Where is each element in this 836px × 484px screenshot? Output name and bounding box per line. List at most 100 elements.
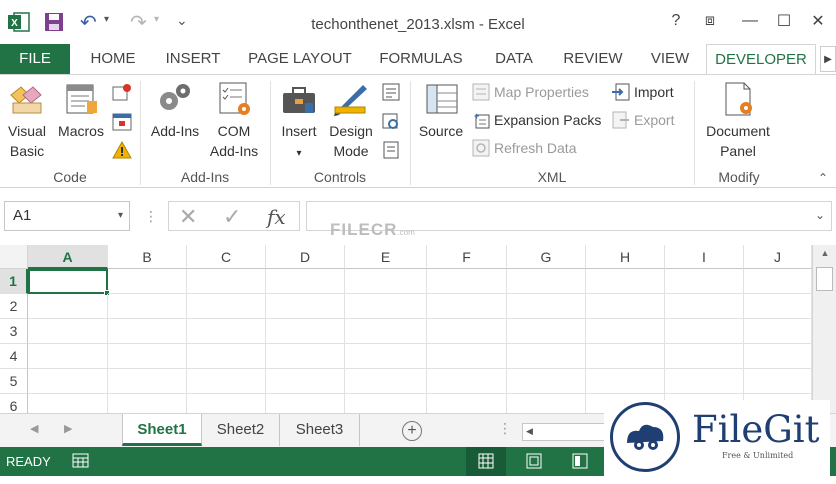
cell[interactable] — [28, 294, 108, 319]
cell[interactable] — [744, 319, 812, 344]
cell[interactable] — [507, 319, 586, 344]
column-header-b[interactable]: B — [108, 245, 187, 269]
cell[interactable] — [744, 294, 812, 319]
horizontal-scrollbar[interactable]: ◀ — [522, 423, 612, 441]
cancel-entry-icon[interactable]: ✕ — [179, 204, 197, 230]
column-header-a[interactable]: A — [28, 245, 108, 269]
page-layout-view-button[interactable] — [514, 447, 554, 476]
cell[interactable] — [345, 269, 427, 294]
cell[interactable] — [108, 319, 187, 344]
column-header-f[interactable]: F — [427, 245, 507, 269]
insert-function-icon[interactable]: fx — [267, 205, 286, 229]
sheet-tab-sheet3[interactable]: Sheet3 — [280, 414, 360, 446]
page-break-view-button[interactable] — [560, 447, 600, 476]
column-header-d[interactable]: D — [266, 245, 345, 269]
row-header-6[interactable]: 6 — [0, 394, 28, 413]
cell[interactable] — [266, 269, 345, 294]
cell[interactable] — [586, 319, 665, 344]
design-mode-button[interactable]: Design Mode — [324, 81, 378, 161]
tab-page-layout[interactable]: PAGE LAYOUT — [244, 44, 356, 74]
relative-references-icon[interactable] — [112, 111, 132, 133]
cell[interactable] — [345, 369, 427, 394]
com-add-ins-button[interactable]: COM Add-Ins — [204, 81, 264, 161]
cell[interactable] — [108, 294, 187, 319]
cell[interactable] — [108, 394, 187, 413]
select-all-corner[interactable] — [0, 245, 28, 269]
cell[interactable] — [665, 319, 744, 344]
minimize-button[interactable]: — — [736, 10, 764, 32]
cell[interactable] — [427, 319, 507, 344]
cell[interactable] — [665, 344, 744, 369]
cell[interactable] — [28, 369, 108, 394]
macro-recording-icon[interactable] — [72, 453, 90, 469]
cell[interactable] — [108, 344, 187, 369]
row-header-1[interactable]: 1 — [0, 269, 28, 294]
tab-developer[interactable]: DEVELOPER — [706, 44, 816, 75]
cell[interactable] — [345, 394, 427, 413]
column-header-c[interactable]: C — [187, 245, 266, 269]
cell[interactable] — [187, 369, 266, 394]
new-sheet-button[interactable]: + — [402, 421, 422, 441]
document-panel-button[interactable]: Document Panel — [700, 81, 776, 161]
cell[interactable] — [28, 394, 108, 413]
column-header-h[interactable]: H — [586, 245, 665, 269]
cell[interactable] — [266, 344, 345, 369]
cell[interactable] — [586, 269, 665, 294]
prev-sheet-icon[interactable]: ◀ — [30, 422, 38, 435]
tab-file[interactable]: FILE — [0, 44, 70, 74]
name-box-dropdown-icon[interactable]: ▾ — [118, 202, 123, 230]
tab-view[interactable]: VIEW — [644, 44, 696, 74]
expand-formula-bar-icon[interactable]: ⌄ — [815, 208, 825, 222]
tab-review[interactable]: REVIEW — [558, 44, 628, 74]
xml-import-button[interactable]: Import — [612, 81, 674, 103]
cell[interactable] — [108, 269, 187, 294]
cell[interactable] — [427, 344, 507, 369]
cell[interactable] — [427, 369, 507, 394]
add-ins-button[interactable]: Add-Ins — [146, 81, 204, 141]
help-button[interactable]: ? — [662, 10, 690, 32]
macros-button[interactable]: Macros — [54, 81, 108, 141]
tab-home[interactable]: HOME — [80, 44, 146, 74]
cell[interactable] — [187, 394, 266, 413]
ribbon-display-options-button[interactable]: ⧈ — [696, 10, 724, 32]
sheet-tab-sheet1[interactable]: Sheet1 — [122, 414, 202, 446]
name-box[interactable]: A1 ▾ — [4, 201, 130, 231]
cell[interactable] — [28, 319, 108, 344]
tab-insert[interactable]: INSERT — [160, 44, 226, 74]
insert-control-button[interactable]: Insert ▾ — [276, 81, 322, 164]
cell[interactable] — [266, 319, 345, 344]
tab-data[interactable]: DATA — [486, 44, 542, 74]
cell[interactable] — [507, 369, 586, 394]
tab-formulas[interactable]: FORMULAS — [374, 44, 468, 74]
expansion-packs-button[interactable]: + Expansion Packs — [472, 109, 601, 131]
refresh-data-button[interactable]: Refresh Data — [472, 137, 576, 159]
macro-security-icon[interactable] — [112, 139, 132, 161]
cell[interactable] — [266, 294, 345, 319]
cell[interactable] — [187, 294, 266, 319]
cell[interactable] — [108, 369, 187, 394]
view-code-icon[interactable] — [382, 111, 400, 133]
collapse-ribbon-icon[interactable]: ⌃ — [818, 171, 828, 185]
cell[interactable] — [427, 294, 507, 319]
formula-bar-resize-icon[interactable]: ⋮ — [144, 208, 158, 225]
cell[interactable] — [507, 344, 586, 369]
row-header-4[interactable]: 4 — [0, 344, 28, 369]
cell[interactable] — [345, 294, 427, 319]
maximize-button[interactable]: ☐ — [770, 10, 798, 32]
cell[interactable] — [507, 394, 586, 413]
worksheet-grid[interactable]: ABCDEFGHIJ 123456 — [0, 245, 812, 413]
close-button[interactable]: ✕ — [804, 10, 832, 32]
sheet-tab-sheet2[interactable]: Sheet2 — [202, 414, 280, 446]
vertical-scrollbar[interactable]: ▲ — [812, 245, 836, 413]
cell[interactable] — [665, 294, 744, 319]
column-header-g[interactable]: G — [507, 245, 586, 269]
cell[interactable] — [665, 269, 744, 294]
cell[interactable] — [744, 269, 812, 294]
xml-export-button[interactable]: Export — [612, 109, 674, 131]
cell[interactable] — [507, 294, 586, 319]
cell[interactable] — [586, 294, 665, 319]
column-header-j[interactable]: J — [744, 245, 812, 269]
row-header-3[interactable]: 3 — [0, 319, 28, 344]
xml-source-button[interactable]: Source — [416, 81, 466, 141]
scroll-up-icon[interactable]: ▲ — [817, 248, 833, 264]
